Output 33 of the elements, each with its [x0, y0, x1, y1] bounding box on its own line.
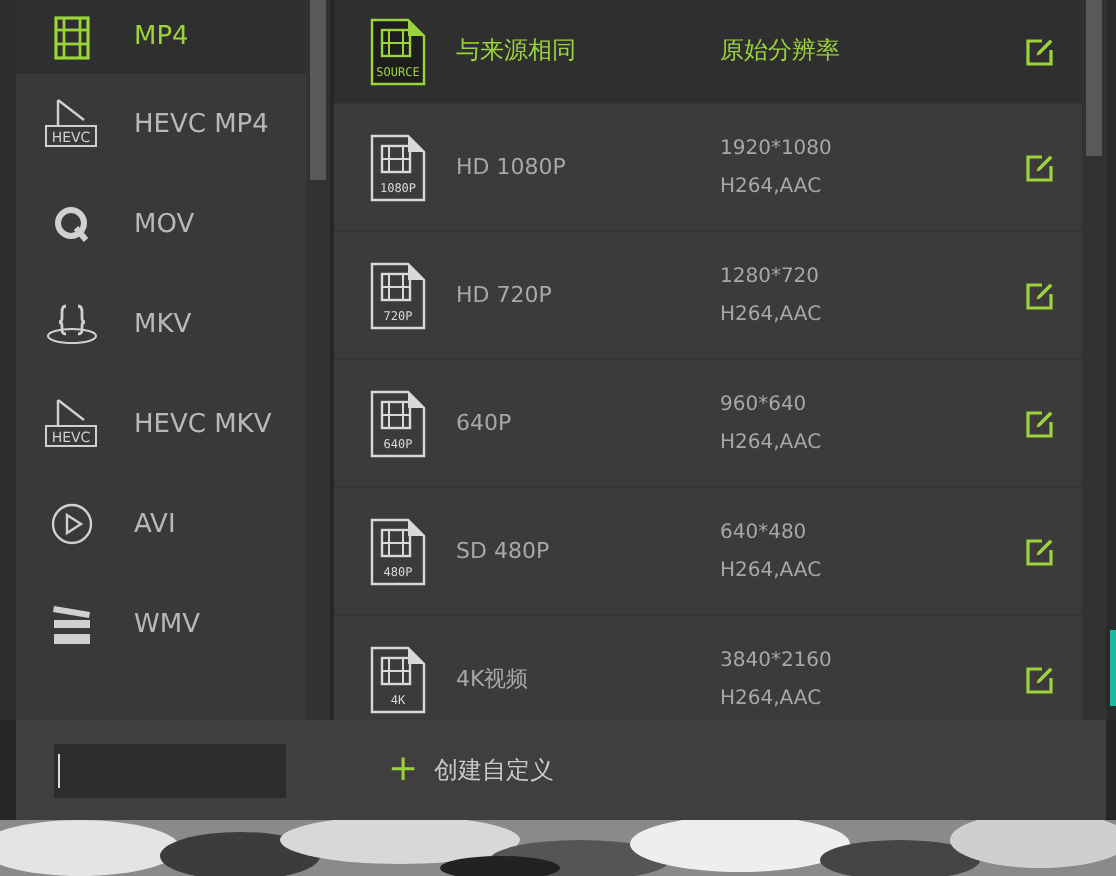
preset-name: SD 480P	[456, 538, 552, 564]
preset-name: HD 720P	[456, 282, 554, 308]
format-item[interactable]: WMV	[16, 574, 306, 674]
codec-text: H264,AAC	[720, 175, 824, 197]
edit-icon[interactable]	[1026, 153, 1054, 181]
codec-text: H264,AAC	[720, 303, 824, 325]
edit-icon[interactable]	[1026, 665, 1054, 693]
preset-name: 与来源相同	[456, 34, 578, 68]
input-field[interactable]	[54, 743, 286, 797]
preset-name: 4K视频	[456, 664, 531, 694]
resolution-text: 3840*2160	[720, 649, 834, 671]
edit-icon[interactable]	[1026, 281, 1054, 309]
format-item[interactable]: AVI	[16, 474, 306, 574]
scrollbar-thumb[interactable]	[1086, 0, 1102, 156]
edit-icon[interactable]	[1026, 409, 1054, 437]
resolution-text: 640*480	[720, 521, 809, 543]
create-custom-button[interactable]: + 创建自定义	[380, 748, 563, 792]
resolution-text: 960*640	[720, 393, 809, 415]
format-item[interactable]: MP4	[16, 0, 306, 74]
scrollbar-thumb[interactable]	[310, 0, 326, 180]
resolution-text: 1920*1080	[720, 137, 834, 159]
codec-text: H264,AAC	[720, 687, 824, 709]
codec-text: H264,AAC	[720, 431, 824, 453]
resolution-text: 原始分辨率	[720, 34, 842, 68]
preset-name: HD 1080P	[456, 154, 568, 180]
preset-name: 640P	[456, 410, 514, 436]
braces-icon	[44, 302, 100, 346]
resolution-text: 1280*720	[720, 265, 822, 287]
format-item[interactable]: MKV	[16, 274, 306, 374]
edit-icon[interactable]	[1026, 37, 1054, 65]
format-item[interactable]: MOV	[16, 174, 306, 274]
codec-text: H264,AAC	[720, 559, 824, 581]
edit-icon[interactable]	[1026, 537, 1054, 565]
